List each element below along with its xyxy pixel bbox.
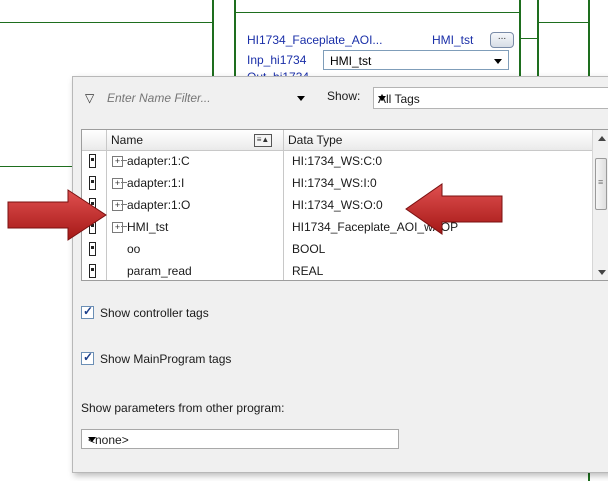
ladder-rung-out (539, 22, 588, 23)
aoi-inp-param: Inp_hi1734 (247, 53, 307, 67)
aoi-tag: HMI_tst (432, 33, 474, 47)
tag-type: HI:1734_WS:I:0 (292, 176, 377, 190)
ladder-rung-top (236, 12, 520, 13)
tag-icon (89, 264, 96, 278)
expand-icon[interactable]: + (112, 222, 123, 233)
chevron-down-icon[interactable] (297, 96, 305, 101)
name-filter-input[interactable] (105, 88, 279, 108)
chevron-down-icon (88, 437, 96, 442)
tag-type: BOOL (292, 242, 326, 256)
tag-type: HI:1734_WS:O:0 (292, 198, 383, 212)
vertical-scrollbar[interactable] (592, 130, 608, 280)
tag-grid: Name ≡▲ Data Type + adapter:1:C HI:1734_… (81, 129, 608, 281)
grid-header: Name ≡▲ Data Type (82, 130, 592, 151)
scroll-down-icon[interactable] (598, 270, 606, 275)
tag-icon (89, 242, 96, 256)
table-row[interactable]: + HMI_tst HI1734_Faceplate_AOI_wAOP (82, 218, 592, 237)
tag-name: param_read (127, 264, 192, 278)
expand-icon[interactable]: + (112, 156, 123, 167)
aoi-name: HI1734_Faceplate_AOI... (247, 33, 383, 47)
show-controller-tags-label: Show controller tags (100, 306, 209, 320)
table-row[interactable]: + adapter:1:C HI:1734_WS:C:0 (82, 152, 592, 171)
check-icon: ✓ (83, 304, 94, 318)
show-mainprogram-tags-label: Show MainProgram tags (100, 352, 232, 366)
arrow-right-icon (7, 189, 107, 241)
tag-name: adapter:1:O (127, 198, 191, 212)
ladder-rung-bottom (0, 166, 80, 167)
ladder-rail-right-2 (537, 0, 539, 86)
show-tags-select[interactable]: All Tags (373, 87, 608, 109)
tag-type: HI:1734_WS:C:0 (292, 154, 383, 168)
column-header-data-type[interactable]: Data Type (284, 130, 592, 150)
checkbox[interactable]: ✓ (81, 304, 94, 319)
arrow-left-icon (405, 183, 503, 235)
name-filter-box: ▽ (81, 87, 313, 109)
column-header-blank (82, 130, 107, 150)
ladder-rung-right (521, 38, 537, 39)
aoi-tag-combo[interactable]: HMI_tst (323, 50, 509, 70)
scroll-up-icon[interactable] (598, 136, 606, 141)
aoi-properties-button[interactable]: ... (490, 32, 514, 48)
checkbox[interactable]: ✓ (81, 350, 94, 365)
tag-browser-popup: ▽ Show: All Tags Name ≡▲ Data Type + ada… (72, 76, 608, 473)
tag-name: oo (127, 242, 141, 256)
aoi-tag-combo-value: HMI_tst (330, 54, 372, 68)
filter-icon[interactable]: ▽ (85, 91, 94, 105)
tag-name: adapter:1:C (127, 154, 190, 168)
params-from-program-label: Show parameters from other program: (81, 401, 285, 415)
table-row[interactable]: + adapter:1:I HI:1734_WS:I:0 (82, 174, 592, 193)
tag-type: REAL (292, 264, 324, 278)
ladder-rail-left (212, 0, 214, 86)
ladder-rung-left (0, 22, 212, 23)
expand-icon[interactable]: + (112, 200, 123, 211)
check-icon: ✓ (83, 350, 94, 364)
table-row[interactable]: oo BOOL (82, 240, 592, 259)
tag-name: adapter:1:I (127, 176, 185, 190)
show-label: Show: (327, 89, 361, 103)
sort-order-icon[interactable]: ≡▲ (254, 134, 272, 147)
scroll-thumb[interactable] (595, 158, 607, 210)
tag-icon (89, 154, 96, 168)
table-row[interactable]: + adapter:1:O HI:1734_WS:O:0 (82, 196, 592, 215)
tag-name: HMI_tst (127, 220, 169, 234)
program-select[interactable]: <none> (81, 429, 399, 449)
expand-icon[interactable]: + (112, 178, 123, 189)
table-row[interactable]: param_read REAL (82, 262, 592, 280)
column-type-label: Data Type (288, 133, 343, 147)
column-name-label: Name (111, 133, 144, 147)
chevron-down-icon (494, 59, 502, 64)
chevron-down-icon (378, 96, 386, 101)
